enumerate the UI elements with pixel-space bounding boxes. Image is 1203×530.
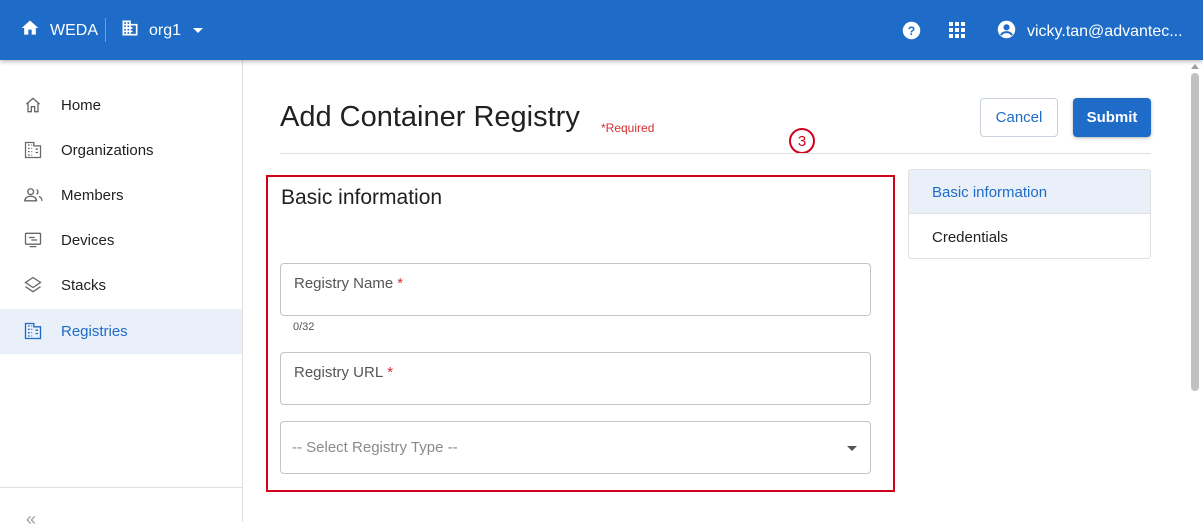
home-link[interactable]: WEDA (20, 18, 98, 43)
user-menu[interactable]: vicky.tan@advantec... (996, 19, 1183, 45)
registry-name-label: Registry Name * (294, 275, 404, 292)
sidebar-item-label: Stacks (61, 277, 107, 294)
sidebar-item-home[interactable]: Home (0, 83, 242, 128)
building-icon (23, 321, 45, 343)
character-counter: 0/32 (293, 321, 315, 333)
building-icon (23, 140, 45, 162)
sidebar-item-label: Home (61, 97, 102, 114)
page-title: Add Container Registry (280, 101, 580, 133)
home-outline-icon (23, 95, 45, 117)
svg-text:?: ? (908, 24, 915, 38)
scroll-up-arrow[interactable] (1191, 64, 1199, 69)
org-selector[interactable]: org1 (120, 18, 204, 43)
apps-grid-icon (948, 22, 966, 43)
submit-button[interactable]: Submit (1073, 98, 1151, 137)
sidebar-item-label: Registries (61, 323, 128, 340)
apps-button[interactable] (948, 21, 966, 44)
registry-url-field[interactable]: Registry URL * (280, 352, 871, 405)
section-nav-basic-information[interactable]: Basic information (909, 170, 1150, 214)
required-asterisk: * (397, 275, 404, 292)
section-nav-label: Credentials (932, 229, 1008, 246)
layers-icon (23, 275, 45, 297)
sidebar-divider (0, 487, 242, 488)
device-icon (23, 230, 45, 252)
org-name: org1 (149, 21, 182, 39)
sidebar-item-organizations[interactable]: Organizations (0, 128, 242, 173)
registry-type-value: -- Select Registry Type -- (292, 439, 458, 456)
sidebar: Home Organizations Members Devices Stack… (0, 60, 243, 529)
required-note: *Required (601, 121, 655, 135)
section-nav-credentials[interactable]: Credentials (909, 215, 1150, 258)
required-asterisk: * (387, 364, 394, 381)
building-icon (120, 18, 140, 43)
sidebar-item-label: Organizations (61, 142, 154, 159)
sidebar-item-members[interactable]: Members (0, 173, 242, 218)
scrollbar[interactable] (1191, 73, 1199, 391)
registry-url-label: Registry URL * (294, 364, 394, 381)
sidebar-item-devices[interactable]: Devices (0, 218, 242, 263)
user-email: vicky.tan@advantec... (1027, 23, 1183, 40)
topbar-divider (105, 18, 106, 42)
help-circle-icon: ? (901, 21, 922, 45)
sidebar-item-registries[interactable]: Registries (0, 309, 242, 354)
sidebar-item-stacks[interactable]: Stacks (0, 263, 242, 308)
account-circle-icon (996, 19, 1017, 45)
sidebar-item-label: Devices (61, 232, 115, 249)
members-icon (23, 185, 45, 207)
chevron-down-icon (193, 28, 204, 33)
app-name: WEDA (50, 21, 98, 39)
collapse-sidebar-icon[interactable]: « (26, 509, 36, 530)
step-number-badge: 3 (789, 128, 815, 154)
header-divider (280, 153, 1151, 154)
section-title: Basic information (281, 186, 443, 209)
help-button[interactable]: ? (901, 20, 922, 46)
section-navigator: Basic information Credentials (908, 169, 1151, 259)
cancel-button[interactable]: Cancel (980, 98, 1058, 137)
section-nav-label: Basic information (932, 184, 1048, 201)
registry-type-select[interactable]: -- Select Registry Type -- (280, 421, 871, 474)
top-app-bar: WEDA org1 ? vicky.tan@advantec... (0, 0, 1203, 60)
registry-name-field[interactable]: Registry Name * (280, 263, 871, 316)
sidebar-item-label: Members (61, 187, 124, 204)
home-icon (20, 18, 40, 43)
chevron-down-icon (847, 446, 857, 451)
